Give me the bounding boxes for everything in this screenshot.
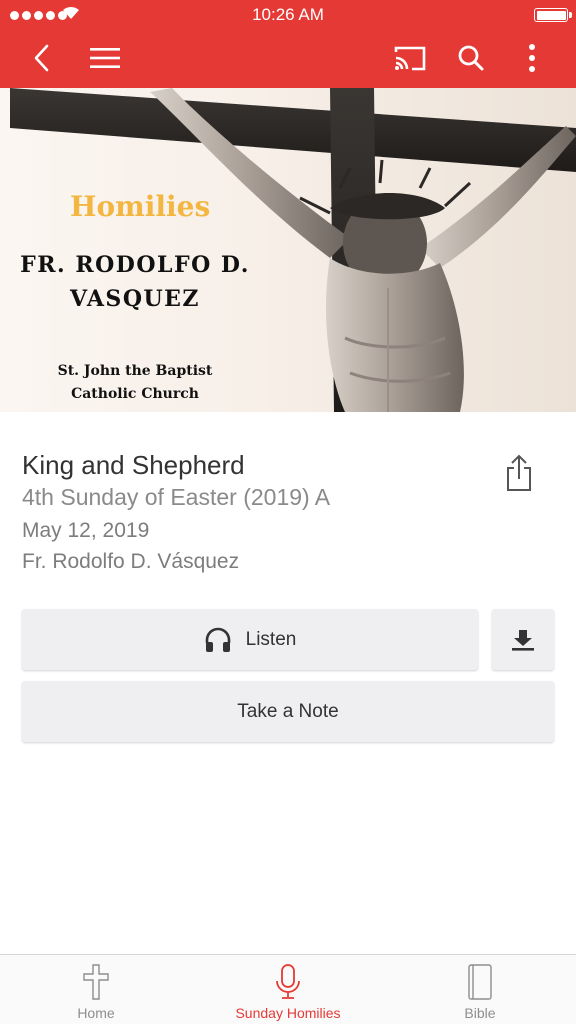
homily-banner-image: Homilies FR. RODOLFO D. VASQUEZ St. John… [0,88,576,412]
homily-occasion: 4th Sunday of Easter (2019) A [22,484,331,510]
banner-name-line-1: FR. RODOLFO D. [20,252,250,278]
search-icon [458,45,484,71]
homily-title: King and Shepherd [22,450,245,480]
more-vertical-icon [529,44,535,72]
banner-church-name: St. John the Baptist Catholic Church [0,360,270,406]
download-icon [512,629,534,651]
homily-details: King and Shepherd 4th Sunday of Easter (… [22,450,482,577]
status-bar: 10:26 AM [0,0,576,30]
banner-priest-name: FR. RODOLFO D. VASQUEZ [0,248,270,316]
banner-name-line-2: VASQUEZ [70,286,200,312]
tab-bible[interactable]: Bible [384,955,576,1024]
top-app-bar: 10:26 AM [0,0,576,88]
cast-icon [394,46,426,71]
headphones-icon [204,627,232,653]
tab-sunday-homilies-label: Sunday Homilies [235,1005,341,1021]
more-options-button[interactable] [512,38,552,78]
back-arrow-icon [34,44,49,72]
download-button[interactable] [492,609,554,670]
banner-church-line-1: St. John the Baptist [57,363,213,379]
battery-icon [534,8,572,22]
back-button[interactable] [22,38,62,78]
share-icon [507,454,531,491]
banner-church-line-2: Catholic Church [71,386,199,402]
share-button[interactable] [500,452,538,494]
search-button[interactable] [451,38,491,78]
listen-label: Listen [245,628,297,650]
banner-title: Homilies [70,190,211,223]
cross-icon [83,963,109,1001]
take-note-label: Take a Note [237,700,339,722]
book-icon [467,963,493,1001]
tab-home-label: Home [77,1005,115,1021]
homily-author: Fr. Rodolfo D. Vásquez [22,550,240,573]
tab-sunday-homilies[interactable]: Sunday Homilies [192,955,384,1024]
tab-bible-label: Bible [464,1005,496,1021]
tab-home[interactable]: Home [0,955,192,1024]
homily-date: May 12, 2019 [22,519,150,542]
menu-button[interactable] [85,38,125,78]
status-time: 10:26 AM [252,5,324,24]
take-note-button[interactable]: Take a Note [22,681,554,742]
microphone-icon [275,963,301,1001]
bottom-tab-bar: Home Sunday Homilies Bible [0,954,576,1024]
cast-button[interactable] [390,38,430,78]
menu-icon [90,48,120,68]
listen-button[interactable]: Listen [22,609,478,670]
